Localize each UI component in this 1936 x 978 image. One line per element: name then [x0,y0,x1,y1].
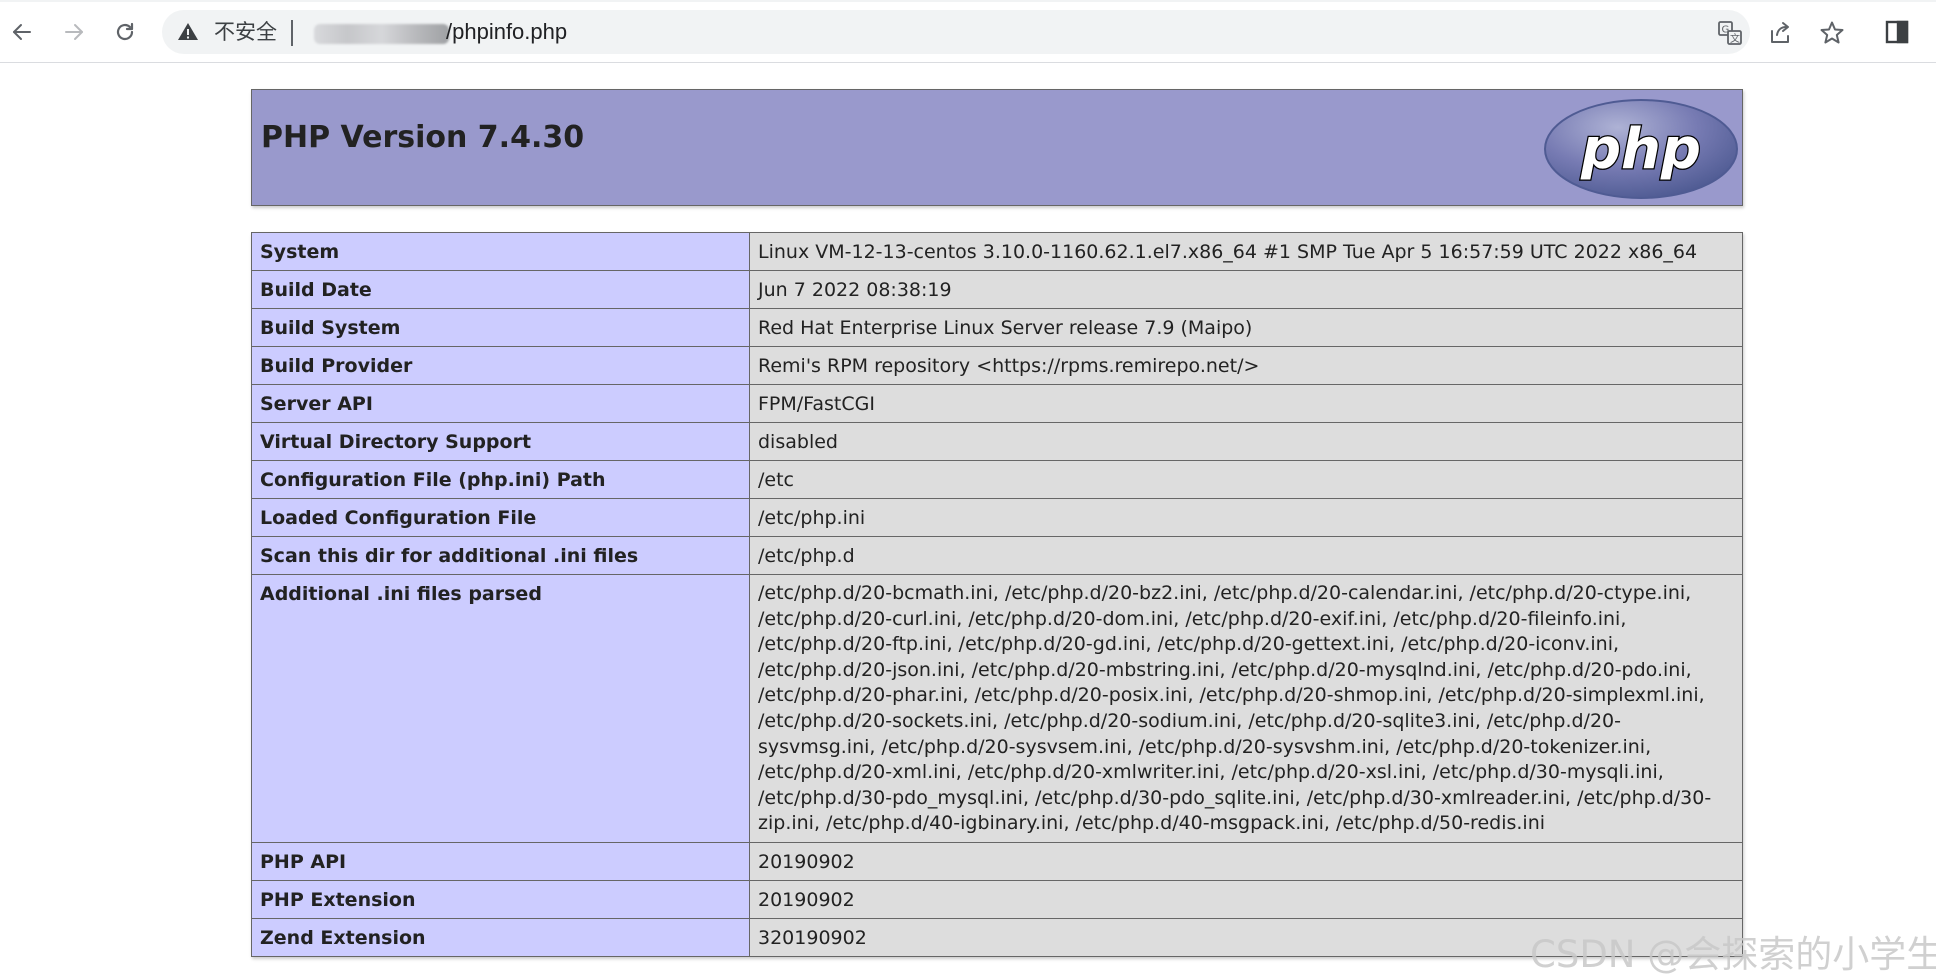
php-info-table: System Linux VM-12-13-centos 3.10.0-1160… [251,232,1743,957]
translate-button[interactable]: G 文 [1717,20,1743,46]
forward-button[interactable] [54,12,94,52]
csdn-watermark: CSDN @会探索的小学生 [1530,933,1936,976]
table-key: Build Date [251,270,750,309]
table-key: Configuration File (php.ini) Path [251,460,750,499]
not-secure-label[interactable]: 不安全 [214,20,277,44]
table-row: Additional .ini files parsed /etc/php.d/… [251,574,1743,843]
table-value: FPM/FastCGI [749,384,1743,423]
table-value: /etc/php.ini [749,498,1743,537]
table-row: Build Provider Remi's RPM repository <ht… [251,346,1743,385]
redacted-host [314,24,449,44]
svg-text:php: php [1580,117,1701,182]
arrow-left-icon [13,24,31,40]
table-value: /etc/php.d [749,536,1743,575]
table-key: Loaded Configuration File [251,498,750,537]
translate-icon: G 文 [1718,21,1742,45]
reload-button[interactable] [105,12,145,52]
address-bar[interactable]: 不安全 /phpinfo.php G 文 [162,10,1844,54]
table-key: PHP API [251,841,750,881]
arrow-right-icon [65,24,83,40]
php-logo[interactable]: php [1543,98,1739,200]
table-row: System Linux VM-12-13-centos 3.10.0-1160… [251,232,1743,271]
svg-text:G: G [1722,25,1730,36]
php-version-header: PHP Version 7.4.30 php [251,89,1743,206]
table-value: /etc [749,460,1743,499]
table-value: 20190902 [749,879,1743,919]
table-row: Build System Red Hat Enterprise Linux Se… [251,308,1743,347]
page-title: PHP Version 7.4.30 [261,120,585,155]
table-row: Zend Extension 320190902 [251,917,1743,957]
table-value: Jun 7 2022 08:38:19 [749,270,1743,309]
table-row: Loaded Configuration File /etc/php.ini [251,498,1743,537]
table-key: System [251,232,750,271]
table-value: Linux VM-12-13-centos 3.10.0-1160.62.1.e… [749,232,1743,271]
url-divider [291,20,293,46]
table-key: Virtual Directory Support [251,422,750,461]
tab-strip-edge [0,0,1936,2]
table-row: Virtual Directory Support disabled [251,422,1743,461]
table-value: Red Hat Enterprise Linux Server release … [749,308,1743,347]
table-row: PHP Extension 20190902 [251,879,1743,919]
table-row: Server API FPM/FastCGI [251,384,1743,423]
table-key: Zend Extension [251,917,750,957]
warning-triangle-icon[interactable] [176,20,200,44]
url-path[interactable]: /phpinfo.php [446,20,567,44]
star-icon [1820,21,1844,44]
table-key: Additional .ini files parsed [251,574,750,843]
table-key: Scan this dir for additional .ini files [251,536,750,575]
browser-toolbar: 不安全 /phpinfo.php G 文 [0,0,1936,63]
share-icon [1771,22,1789,43]
side-panel-icon[interactable] [1884,19,1910,45]
back-button[interactable] [2,12,42,52]
table-row: Scan this dir for additional .ini files … [251,536,1743,575]
table-row: Build Date Jun 7 2022 08:38:19 [251,270,1743,309]
table-value: /etc/php.d/20-bcmath.ini, /etc/php.d/20-… [749,574,1743,843]
svg-text:文: 文 [1730,32,1740,45]
reload-icon [116,22,134,41]
table-key: Server API [251,384,750,423]
bookmark-button[interactable] [1819,20,1845,46]
table-key: PHP Extension [251,879,750,919]
table-key: Build Provider [251,346,750,385]
share-button[interactable] [1768,20,1794,46]
table-row: PHP API 20190902 [251,841,1743,881]
table-value: Remi's RPM repository <https://rpms.remi… [749,346,1743,385]
table-row: Configuration File (php.ini) Path /etc [251,460,1743,499]
table-value: 20190902 [749,841,1743,881]
table-value: disabled [749,422,1743,461]
table-key: Build System [251,308,750,347]
